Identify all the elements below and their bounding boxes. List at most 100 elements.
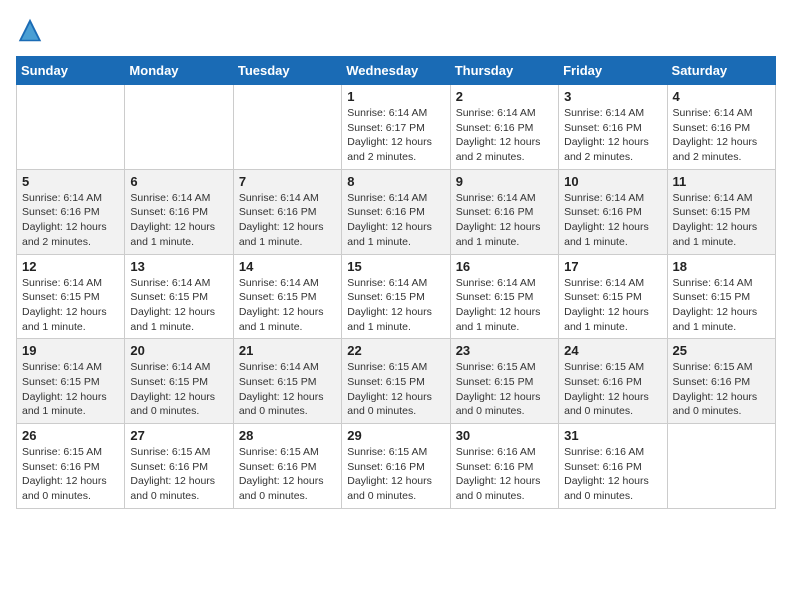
week-row-2: 5 Sunrise: 6:14 AM Sunset: 6:16 PM Daylig… <box>17 169 776 254</box>
day-number: 31 <box>564 428 661 443</box>
day-number: 28 <box>239 428 336 443</box>
day-cell: 21 Sunrise: 6:14 AM Sunset: 6:15 PM Dayli… <box>233 339 341 424</box>
day-info: Sunrise: 6:14 AM Sunset: 6:16 PM Dayligh… <box>130 191 227 250</box>
day-number: 19 <box>22 343 119 358</box>
day-info: Sunrise: 6:15 AM Sunset: 6:16 PM Dayligh… <box>564 360 661 419</box>
day-cell: 28 Sunrise: 6:15 AM Sunset: 6:16 PM Dayli… <box>233 424 341 509</box>
day-info: Sunrise: 6:15 AM Sunset: 6:16 PM Dayligh… <box>347 445 444 504</box>
day-cell: 2 Sunrise: 6:14 AM Sunset: 6:16 PM Daylig… <box>450 85 558 170</box>
day-info: Sunrise: 6:15 AM Sunset: 6:16 PM Dayligh… <box>239 445 336 504</box>
day-info: Sunrise: 6:14 AM Sunset: 6:16 PM Dayligh… <box>564 191 661 250</box>
week-row-5: 26 Sunrise: 6:15 AM Sunset: 6:16 PM Dayli… <box>17 424 776 509</box>
day-number: 17 <box>564 259 661 274</box>
day-cell: 30Sunrise: 6:16 AM Sunset: 6:16 PM Dayli… <box>450 424 558 509</box>
header-day-saturday: Saturday <box>667 57 775 85</box>
header-day-thursday: Thursday <box>450 57 558 85</box>
header-day-sunday: Sunday <box>17 57 125 85</box>
day-info: Sunrise: 6:16 AM Sunset: 6:16 PM Dayligh… <box>456 445 553 504</box>
day-info: Sunrise: 6:14 AM Sunset: 6:15 PM Dayligh… <box>239 360 336 419</box>
day-cell: 10Sunrise: 6:14 AM Sunset: 6:16 PM Dayli… <box>559 169 667 254</box>
calendar-header: SundayMondayTuesdayWednesdayThursdayFrid… <box>17 57 776 85</box>
day-cell: 26 Sunrise: 6:15 AM Sunset: 6:16 PM Dayli… <box>17 424 125 509</box>
day-cell: 11Sunrise: 6:14 AM Sunset: 6:15 PM Dayli… <box>667 169 775 254</box>
day-number: 21 <box>239 343 336 358</box>
day-info: Sunrise: 6:15 AM Sunset: 6:16 PM Dayligh… <box>673 360 770 419</box>
day-info: Sunrise: 6:14 AM Sunset: 6:16 PM Dayligh… <box>456 106 553 165</box>
logo-icon <box>16 16 44 44</box>
day-number: 26 <box>22 428 119 443</box>
day-info: Sunrise: 6:14 AM Sunset: 6:15 PM Dayligh… <box>22 276 119 335</box>
day-number: 5 <box>22 174 119 189</box>
day-number: 2 <box>456 89 553 104</box>
day-cell: 24 Sunrise: 6:15 AM Sunset: 6:16 PM Dayli… <box>559 339 667 424</box>
day-info: Sunrise: 6:14 AM Sunset: 6:15 PM Dayligh… <box>456 276 553 335</box>
week-row-4: 19 Sunrise: 6:14 AM Sunset: 6:15 PM Dayli… <box>17 339 776 424</box>
day-cell: 8 Sunrise: 6:14 AM Sunset: 6:16 PM Daylig… <box>342 169 450 254</box>
day-info: Sunrise: 6:15 AM Sunset: 6:16 PM Dayligh… <box>130 445 227 504</box>
day-cell: 12 Sunrise: 6:14 AM Sunset: 6:15 PM Dayli… <box>17 254 125 339</box>
day-cell: 31 Sunrise: 6:16 AM Sunset: 6:16 PM Dayli… <box>559 424 667 509</box>
day-number: 20 <box>130 343 227 358</box>
day-info: Sunrise: 6:14 AM Sunset: 6:15 PM Dayligh… <box>673 191 770 250</box>
day-cell: 5 Sunrise: 6:14 AM Sunset: 6:16 PM Daylig… <box>17 169 125 254</box>
day-cell: 9 Sunrise: 6:14 AM Sunset: 6:16 PM Daylig… <box>450 169 558 254</box>
day-number: 16 <box>456 259 553 274</box>
day-number: 27 <box>130 428 227 443</box>
day-number: 8 <box>347 174 444 189</box>
day-info: Sunrise: 6:14 AM Sunset: 6:15 PM Dayligh… <box>347 276 444 335</box>
day-info: Sunrise: 6:15 AM Sunset: 6:15 PM Dayligh… <box>456 360 553 419</box>
day-cell: 6 Sunrise: 6:14 AM Sunset: 6:16 PM Daylig… <box>125 169 233 254</box>
day-number: 14 <box>239 259 336 274</box>
day-info: Sunrise: 6:14 AM Sunset: 6:15 PM Dayligh… <box>130 276 227 335</box>
header-day-monday: Monday <box>125 57 233 85</box>
day-cell: 17 Sunrise: 6:14 AM Sunset: 6:15 PM Dayli… <box>559 254 667 339</box>
day-info: Sunrise: 6:15 AM Sunset: 6:16 PM Dayligh… <box>22 445 119 504</box>
day-number: 6 <box>130 174 227 189</box>
day-number: 13 <box>130 259 227 274</box>
day-number: 23 <box>456 343 553 358</box>
day-cell: 22Sunrise: 6:15 AM Sunset: 6:15 PM Dayli… <box>342 339 450 424</box>
day-info: Sunrise: 6:14 AM Sunset: 6:16 PM Dayligh… <box>456 191 553 250</box>
day-cell <box>233 85 341 170</box>
day-number: 1 <box>347 89 444 104</box>
week-row-1: 1 Sunrise: 6:14 AM Sunset: 6:17 PM Daylig… <box>17 85 776 170</box>
day-cell: 23 Sunrise: 6:15 AM Sunset: 6:15 PM Dayli… <box>450 339 558 424</box>
day-number: 29 <box>347 428 444 443</box>
day-info: Sunrise: 6:14 AM Sunset: 6:15 PM Dayligh… <box>239 276 336 335</box>
day-info: Sunrise: 6:14 AM Sunset: 6:16 PM Dayligh… <box>564 106 661 165</box>
day-number: 3 <box>564 89 661 104</box>
day-number: 9 <box>456 174 553 189</box>
day-info: Sunrise: 6:14 AM Sunset: 6:15 PM Dayligh… <box>130 360 227 419</box>
day-cell <box>667 424 775 509</box>
day-info: Sunrise: 6:14 AM Sunset: 6:16 PM Dayligh… <box>347 191 444 250</box>
header-row: SundayMondayTuesdayWednesdayThursdayFrid… <box>17 57 776 85</box>
day-number: 24 <box>564 343 661 358</box>
day-cell: 1 Sunrise: 6:14 AM Sunset: 6:17 PM Daylig… <box>342 85 450 170</box>
day-info: Sunrise: 6:16 AM Sunset: 6:16 PM Dayligh… <box>564 445 661 504</box>
day-info: Sunrise: 6:14 AM Sunset: 6:16 PM Dayligh… <box>673 106 770 165</box>
day-cell: 16 Sunrise: 6:14 AM Sunset: 6:15 PM Dayli… <box>450 254 558 339</box>
day-cell: 18Sunrise: 6:14 AM Sunset: 6:15 PM Dayli… <box>667 254 775 339</box>
day-number: 12 <box>22 259 119 274</box>
day-cell: 13 Sunrise: 6:14 AM Sunset: 6:15 PM Dayli… <box>125 254 233 339</box>
day-cell: 4Sunrise: 6:14 AM Sunset: 6:16 PM Daylig… <box>667 85 775 170</box>
day-cell: 29 Sunrise: 6:15 AM Sunset: 6:16 PM Dayli… <box>342 424 450 509</box>
page-header <box>16 16 776 44</box>
day-cell: 3 Sunrise: 6:14 AM Sunset: 6:16 PM Daylig… <box>559 85 667 170</box>
week-row-3: 12 Sunrise: 6:14 AM Sunset: 6:15 PM Dayli… <box>17 254 776 339</box>
day-cell: 15 Sunrise: 6:14 AM Sunset: 6:15 PM Dayli… <box>342 254 450 339</box>
calendar-body: 1 Sunrise: 6:14 AM Sunset: 6:17 PM Daylig… <box>17 85 776 509</box>
day-info: Sunrise: 6:14 AM Sunset: 6:17 PM Dayligh… <box>347 106 444 165</box>
day-info: Sunrise: 6:14 AM Sunset: 6:16 PM Dayligh… <box>22 191 119 250</box>
day-cell: 7Sunrise: 6:14 AM Sunset: 6:16 PM Daylig… <box>233 169 341 254</box>
day-cell: 19Sunrise: 6:14 AM Sunset: 6:15 PM Dayli… <box>17 339 125 424</box>
day-info: Sunrise: 6:15 AM Sunset: 6:15 PM Dayligh… <box>347 360 444 419</box>
day-cell: 14 Sunrise: 6:14 AM Sunset: 6:15 PM Dayli… <box>233 254 341 339</box>
day-info: Sunrise: 6:14 AM Sunset: 6:15 PM Dayligh… <box>564 276 661 335</box>
day-number: 15 <box>347 259 444 274</box>
day-cell: 27 Sunrise: 6:15 AM Sunset: 6:16 PM Dayli… <box>125 424 233 509</box>
day-cell: 25Sunrise: 6:15 AM Sunset: 6:16 PM Dayli… <box>667 339 775 424</box>
day-cell <box>125 85 233 170</box>
header-day-tuesday: Tuesday <box>233 57 341 85</box>
header-day-friday: Friday <box>559 57 667 85</box>
